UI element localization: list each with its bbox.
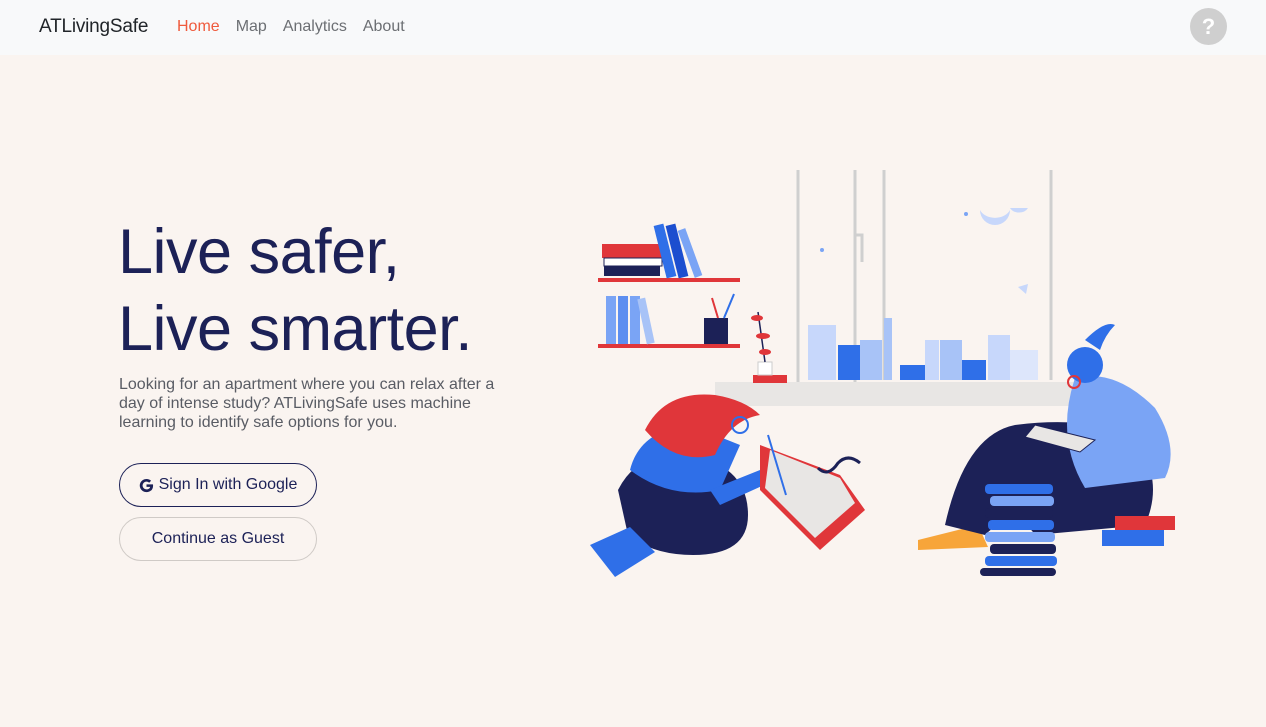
- headline-line-2: Live smarter.: [118, 294, 473, 364]
- continue-guest-button[interactable]: Continue as Guest: [119, 517, 317, 561]
- navbar: ATLivingSafe Home Map Analytics About ?: [0, 0, 1266, 55]
- hero-description: Looking for an apartment where you can r…: [119, 376, 495, 431]
- nav-links: Home Map Analytics About: [177, 18, 421, 36]
- headline-line-1: Live safer,: [118, 217, 400, 287]
- window-sill: [715, 382, 1115, 406]
- students-studying-illustration: [590, 170, 1175, 577]
- hero-headline: Live safer, Live smarter.: [118, 214, 473, 368]
- bookshelf: [598, 223, 740, 348]
- help-button[interactable]: ?: [1190, 8, 1227, 45]
- question-circle-icon: ?: [1201, 14, 1216, 39]
- student-left: [590, 394, 865, 577]
- google-g-icon: [139, 478, 154, 493]
- continue-guest-label: Continue as Guest: [151, 530, 285, 547]
- nav-map[interactable]: Map: [236, 18, 267, 36]
- nav-about[interactable]: About: [363, 18, 405, 36]
- nav-home[interactable]: Home: [177, 18, 220, 36]
- brand-logo[interactable]: ATLivingSafe: [39, 16, 148, 38]
- sign-in-google-button[interactable]: Sign In with Google: [119, 463, 317, 507]
- city-skyline: [808, 318, 1038, 380]
- plant: [751, 311, 787, 383]
- nav-analytics[interactable]: Analytics: [283, 18, 347, 36]
- sign-in-google-label: Sign In with Google: [158, 476, 298, 493]
